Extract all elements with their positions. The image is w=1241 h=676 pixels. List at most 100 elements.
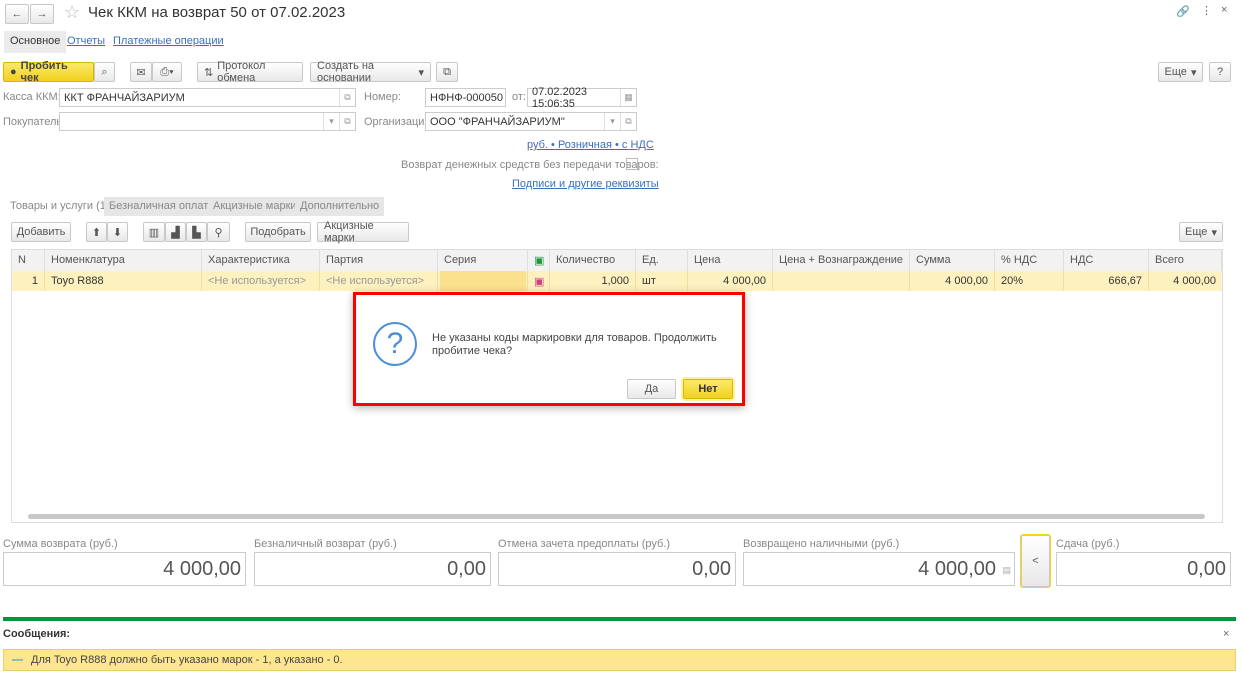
- kassa-label: Касса ККМ:: [3, 91, 61, 103]
- refund-checkbox[interactable]: [626, 158, 638, 170]
- create-based-button[interactable]: Создать на основании ▾: [310, 60, 431, 84]
- excise-button[interactable]: Акцизные марки: [317, 220, 409, 244]
- cell-total[interactable]: 4 000,00: [1149, 271, 1222, 291]
- tab-goods[interactable]: Товары и услуги (1): [5, 197, 115, 216]
- col-quantity[interactable]: Количество: [550, 250, 636, 271]
- message-dash-icon: —: [12, 654, 23, 666]
- tab-additional[interactable]: Дополнительно: [295, 197, 385, 216]
- cell-quantity[interactable]: 1,000: [550, 271, 636, 291]
- add-button[interactable]: Добавить: [11, 222, 71, 242]
- message-item[interactable]: — Для Toyo R888 должно быть указано марок…: [3, 649, 1236, 671]
- total-return-label: Сумма возврата (руб.): [3, 538, 118, 550]
- structure-button[interactable]: ⧉: [436, 62, 458, 82]
- tab-cashless[interactable]: Безналичная оплата: [104, 197, 220, 216]
- cell-vat[interactable]: 666,67: [1064, 271, 1149, 291]
- confirm-dialog: ? Не указаны коды маркировки для товаров…: [353, 292, 745, 406]
- no-button[interactable]: Нет: [683, 379, 733, 399]
- dropdown-icon[interactable]: ▾: [323, 113, 339, 130]
- price-type-link[interactable]: руб. • Розничная • с НДС: [527, 139, 654, 151]
- calculator-icon[interactable]: ▤: [1002, 565, 1011, 576]
- col-sum[interactable]: Сумма: [910, 250, 995, 271]
- cell-characteristic[interactable]: <Не используется>: [202, 271, 320, 291]
- tab-payments[interactable]: Платежные операции: [113, 35, 224, 47]
- cell-sum[interactable]: 4 000,00: [910, 271, 995, 291]
- mark-status-icon[interactable]: ▣: [528, 271, 550, 291]
- total-return-value: 4 000,00: [3, 552, 246, 586]
- col-vat[interactable]: НДС: [1064, 250, 1149, 271]
- link-icon[interactable]: 🔗: [1176, 5, 1190, 18]
- buyer-field[interactable]: ▾ ⧉: [59, 112, 356, 131]
- preview-button[interactable]: ⌕: [94, 62, 115, 82]
- cell-nomenclature[interactable]: Toyo R888: [45, 271, 202, 291]
- cell-price[interactable]: 4 000,00: [688, 271, 773, 291]
- cell-vat-rate[interactable]: 20%: [995, 271, 1064, 291]
- move-down-button[interactable]: ⬇: [107, 222, 128, 242]
- dropdown-icon[interactable]: ▾: [604, 113, 620, 130]
- prepay-cancel-label: Отмена зачета предоплаты (руб.): [498, 538, 671, 550]
- cell-unit[interactable]: шт: [636, 271, 688, 291]
- cell-series[interactable]: [438, 271, 528, 291]
- col-nomenclature[interactable]: Номенклатура: [45, 250, 202, 271]
- messages-divider: [3, 617, 1236, 621]
- col-batch[interactable]: Партия: [320, 250, 438, 271]
- more-vert-icon[interactable]: ⋮: [1201, 4, 1212, 17]
- favorite-star-icon[interactable]: ☆: [64, 2, 80, 23]
- date-label: от:: [512, 91, 526, 103]
- dialog-message: Не указаны коды маркировки для товаров. …: [432, 332, 717, 357]
- cell-price-fee[interactable]: [773, 271, 910, 291]
- forward-button[interactable]: →: [30, 4, 54, 24]
- col-characteristic[interactable]: Характеристика: [202, 250, 320, 271]
- move-up-button[interactable]: ⬆: [86, 222, 107, 242]
- yes-button[interactable]: Да: [627, 379, 676, 399]
- cash-returned-value[interactable]: 4 000,00 ▤: [743, 552, 1015, 586]
- tab-reports[interactable]: Отчеты: [67, 35, 105, 47]
- messages-title: Сообщения:: [3, 628, 71, 640]
- signatures-link[interactable]: Подписи и другие реквизиты: [512, 178, 659, 190]
- more-button[interactable]: Еще ▾: [1158, 62, 1203, 82]
- calendar-icon[interactable]: ▦: [620, 89, 636, 106]
- col-price[interactable]: Цена: [688, 250, 773, 271]
- horizontal-scrollbar[interactable]: [28, 514, 1205, 519]
- open-icon[interactable]: ⧉: [620, 113, 636, 130]
- col-n[interactable]: N: [12, 250, 45, 271]
- col-vat-rate[interactable]: % НДС: [995, 250, 1064, 271]
- cash-returned-label: Возвращено наличными (руб.): [743, 538, 900, 550]
- cashless-return-value: 0,00: [254, 552, 491, 586]
- tab-main[interactable]: Основное: [4, 31, 67, 53]
- cell-n[interactable]: 1: [12, 271, 45, 291]
- barcode-button[interactable]: ▥: [143, 222, 165, 242]
- close-icon[interactable]: ×: [1221, 4, 1227, 16]
- print-check-button[interactable]: ● Пробить чек: [3, 60, 94, 84]
- open-icon[interactable]: ⧉: [339, 89, 355, 106]
- collapse-button[interactable]: <: [1021, 535, 1050, 587]
- open-icon[interactable]: ⧉: [339, 113, 355, 130]
- date-field[interactable]: 07.02.2023 15:06:35 ▦: [527, 86, 637, 110]
- table-more-button[interactable]: Еще ▾: [1179, 222, 1223, 242]
- scan-button[interactable]: ▟: [165, 222, 186, 242]
- email-button[interactable]: ✉: [130, 62, 152, 82]
- org-label: Организация:: [364, 116, 434, 128]
- tab-excise[interactable]: Акцизные марки: [208, 197, 302, 216]
- stamp-button[interactable]: ⚲: [207, 222, 230, 242]
- number-field[interactable]: НФНФ-000050: [425, 88, 506, 107]
- terminal-button[interactable]: ▙: [186, 222, 207, 242]
- back-button[interactable]: ←: [5, 4, 29, 24]
- col-series[interactable]: Серия: [438, 250, 528, 271]
- exchange-icon: ⇅: [204, 66, 214, 79]
- check-icon: ●: [10, 66, 17, 78]
- col-total[interactable]: Всего: [1149, 250, 1222, 271]
- cashless-return-label: Безналичный возврат (руб.): [254, 538, 397, 550]
- print-button[interactable]: ⎙▾: [152, 62, 182, 82]
- col-mark-icon[interactable]: ▣: [528, 250, 550, 271]
- org-field[interactable]: ООО "ФРАНЧАЙЗАРИУМ" ▾ ⧉: [425, 112, 637, 131]
- kassa-field[interactable]: ККТ ФРАНЧАЙЗАРИУМ ⧉: [59, 88, 356, 107]
- change-label: Сдача (руб.): [1056, 538, 1120, 550]
- col-price-fee[interactable]: Цена + Вознаграждение: [773, 250, 910, 271]
- col-unit[interactable]: Ед.: [636, 250, 688, 271]
- exchange-log-button[interactable]: ⇅ Протокол обмена: [197, 60, 303, 84]
- messages-close-icon[interactable]: ×: [1223, 628, 1229, 640]
- buyer-label: Покупатель:: [3, 116, 66, 128]
- pick-button[interactable]: Подобрать: [245, 222, 311, 242]
- help-button[interactable]: ?: [1209, 62, 1231, 82]
- cell-batch[interactable]: <Не используется>: [320, 271, 438, 291]
